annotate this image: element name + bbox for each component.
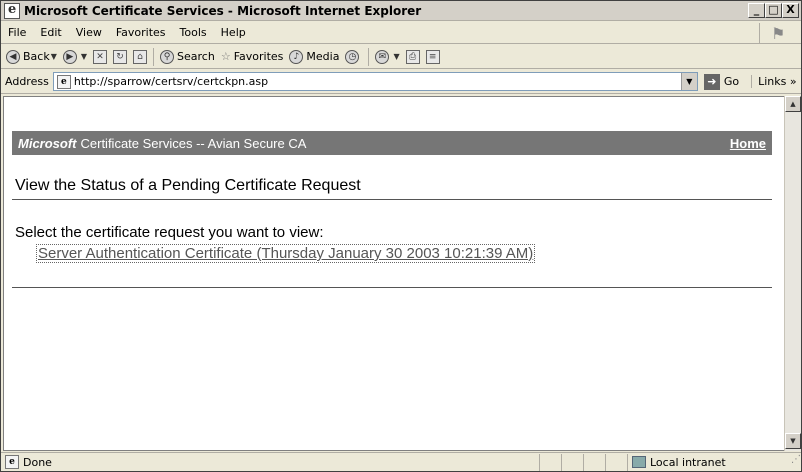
- history-button[interactable]: ◷: [342, 46, 365, 68]
- status-pane: [561, 453, 583, 471]
- toolbar-separator: [153, 47, 155, 66]
- go-arrow-icon: ➜: [703, 73, 720, 90]
- edit-button[interactable]: ≡: [423, 46, 443, 68]
- search-label: Search: [177, 50, 215, 63]
- mail-icon: ✉: [375, 49, 390, 64]
- home-button[interactable]: ⌂: [130, 46, 150, 68]
- go-label: Go: [723, 75, 740, 88]
- print-button[interactable]: ⎙: [403, 46, 423, 68]
- certificate-request-link[interactable]: Server Authentication Certificate (Thurs…: [36, 244, 536, 263]
- links-button[interactable]: Links »: [751, 75, 797, 88]
- toolbar-separator: [368, 47, 370, 66]
- address-label: Address: [5, 75, 49, 88]
- security-zone: Local intranet: [627, 453, 787, 471]
- menu-help[interactable]: Help: [214, 26, 253, 39]
- address-bar: Address e http://sparrow/certsrv/certckp…: [1, 70, 801, 94]
- standard-toolbar: ◀ Back ▼ ▶ ▼ ✕ ↻ ⌂ ⚲ Search ☆ Favorites …: [1, 45, 801, 69]
- title-bar: Microsoft Certificate Services - Microso…: [1, 1, 801, 21]
- windows-flag-icon: ⚑: [772, 23, 785, 43]
- minimize-button[interactable]: _: [748, 3, 765, 18]
- refresh-icon: ↻: [113, 49, 128, 64]
- stop-button[interactable]: ✕: [90, 46, 110, 68]
- resize-grip-icon[interactable]: ⋰: [787, 454, 801, 471]
- banner-brand: Microsoft: [18, 135, 77, 151]
- forward-dropdown-icon[interactable]: ▼: [81, 52, 87, 61]
- page-content: Microsoft Certificate Services -- Avian …: [3, 96, 784, 451]
- menu-edit[interactable]: Edit: [33, 26, 68, 39]
- home-link[interactable]: Home: [730, 136, 766, 151]
- media-label: Media: [306, 50, 340, 63]
- home-icon: ⌂: [133, 49, 148, 64]
- browser-window: Microsoft Certificate Services - Microso…: [0, 0, 802, 472]
- address-url[interactable]: http://sparrow/certsrv/certckpn.asp: [74, 75, 681, 88]
- media-button[interactable]: ♪ Media: [286, 46, 342, 68]
- mail-button[interactable]: ✉ ▼: [372, 46, 402, 68]
- mail-dropdown-icon[interactable]: ▼: [393, 52, 399, 61]
- print-icon: ⎙: [405, 49, 420, 64]
- page-banner: Microsoft Certificate Services -- Avian …: [12, 131, 772, 155]
- local-intranet-icon: [632, 456, 646, 468]
- back-label: Back: [23, 50, 50, 63]
- close-button[interactable]: X: [782, 3, 799, 18]
- select-prompt: Select the certificate request you want …: [15, 224, 324, 241]
- page-done-icon: e: [5, 455, 19, 469]
- menu-file[interactable]: File: [1, 26, 33, 39]
- forward-button[interactable]: ▶ ▼: [60, 46, 90, 68]
- menu-favorites[interactable]: Favorites: [109, 26, 173, 39]
- status-pane: [539, 453, 561, 471]
- menu-bar: File Edit View Favorites Tools Help ⚑: [1, 22, 801, 44]
- back-dropdown-icon[interactable]: ▼: [51, 52, 57, 61]
- history-icon: ◷: [345, 49, 360, 64]
- status-text: Done: [23, 455, 52, 469]
- status-bar: e Done Local intranet ⋰: [1, 452, 801, 471]
- menu-view[interactable]: View: [69, 26, 109, 39]
- maximize-button[interactable]: □: [765, 3, 782, 18]
- forward-arrow-icon: ▶: [62, 49, 77, 64]
- scroll-up-button[interactable]: ▲: [785, 96, 801, 112]
- address-dropdown-icon[interactable]: ▼: [680, 73, 697, 90]
- windows-logo-throbber: ⚑: [759, 23, 797, 43]
- vertical-scrollbar[interactable]: ▲ ▼: [784, 96, 801, 451]
- favorites-button[interactable]: ☆ Favorites: [218, 46, 287, 68]
- page-icon: e: [56, 74, 71, 89]
- search-icon: ⚲: [160, 49, 175, 64]
- address-input[interactable]: e http://sparrow/certsrv/certckpn.asp ▼: [52, 72, 698, 91]
- scroll-down-button[interactable]: ▼: [785, 433, 801, 449]
- menu-tools[interactable]: Tools: [173, 26, 214, 39]
- refresh-button[interactable]: ↻: [110, 46, 130, 68]
- window-title: Microsoft Certificate Services - Microso…: [24, 3, 422, 18]
- divider: [12, 287, 772, 288]
- window-controls: _ □ X: [748, 3, 799, 18]
- status-pane: [583, 453, 605, 471]
- favorites-star-icon: ☆: [220, 50, 231, 63]
- go-button[interactable]: ➜ Go: [703, 73, 740, 90]
- status-pane: [605, 453, 627, 471]
- divider: [12, 199, 772, 200]
- zone-label: Local intranet: [650, 455, 726, 469]
- banner-title: Certificate Services -- Avian Secure CA: [80, 135, 307, 151]
- search-button[interactable]: ⚲ Search: [157, 46, 218, 68]
- stop-icon: ✕: [93, 49, 108, 64]
- page-title: View the Status of a Pending Certificate…: [15, 177, 361, 194]
- favorites-label: Favorites: [233, 50, 284, 63]
- back-button[interactable]: ◀ Back ▼: [3, 46, 60, 68]
- ie-logo-icon: [4, 2, 20, 19]
- media-icon: ♪: [289, 49, 304, 64]
- edit-icon: ≡: [425, 49, 440, 64]
- back-arrow-icon: ◀: [6, 49, 20, 64]
